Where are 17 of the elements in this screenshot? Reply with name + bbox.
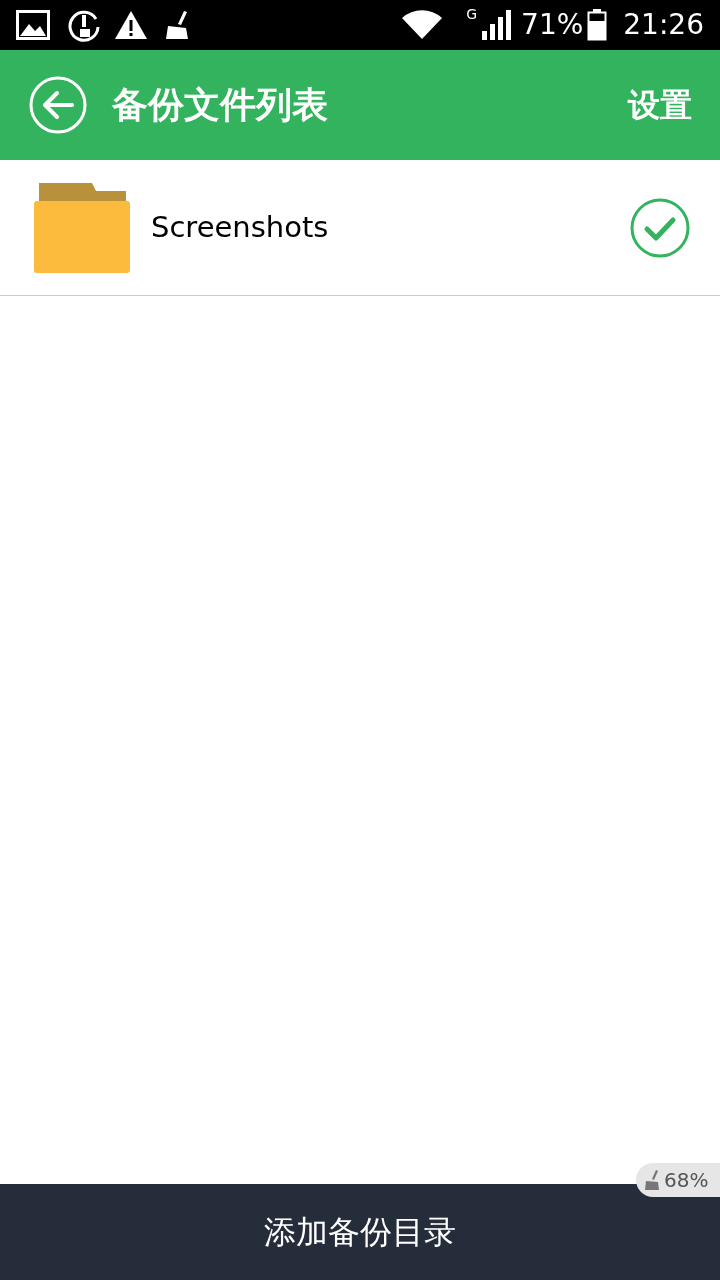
clock: 21:26 — [623, 7, 704, 43]
broom-icon — [644, 1170, 660, 1190]
warning-icon — [114, 10, 148, 40]
folder-row[interactable]: Screenshots — [0, 160, 720, 296]
broom-icon — [164, 10, 190, 40]
folder-name: Screenshots — [151, 208, 330, 246]
battery-icon — [587, 9, 608, 41]
network-type: G — [466, 5, 478, 24]
battery-percent: 71% — [521, 7, 584, 43]
signal-icon — [481, 9, 514, 41]
folder-icon — [34, 182, 130, 273]
page-title: 备份文件列表 — [112, 83, 328, 127]
wifi-icon — [402, 10, 443, 40]
checkmark-icon[interactable] — [630, 197, 690, 258]
back-button[interactable] — [28, 75, 88, 135]
floating-widget[interactable]: 68% — [636, 1163, 720, 1197]
image-icon — [16, 10, 50, 40]
